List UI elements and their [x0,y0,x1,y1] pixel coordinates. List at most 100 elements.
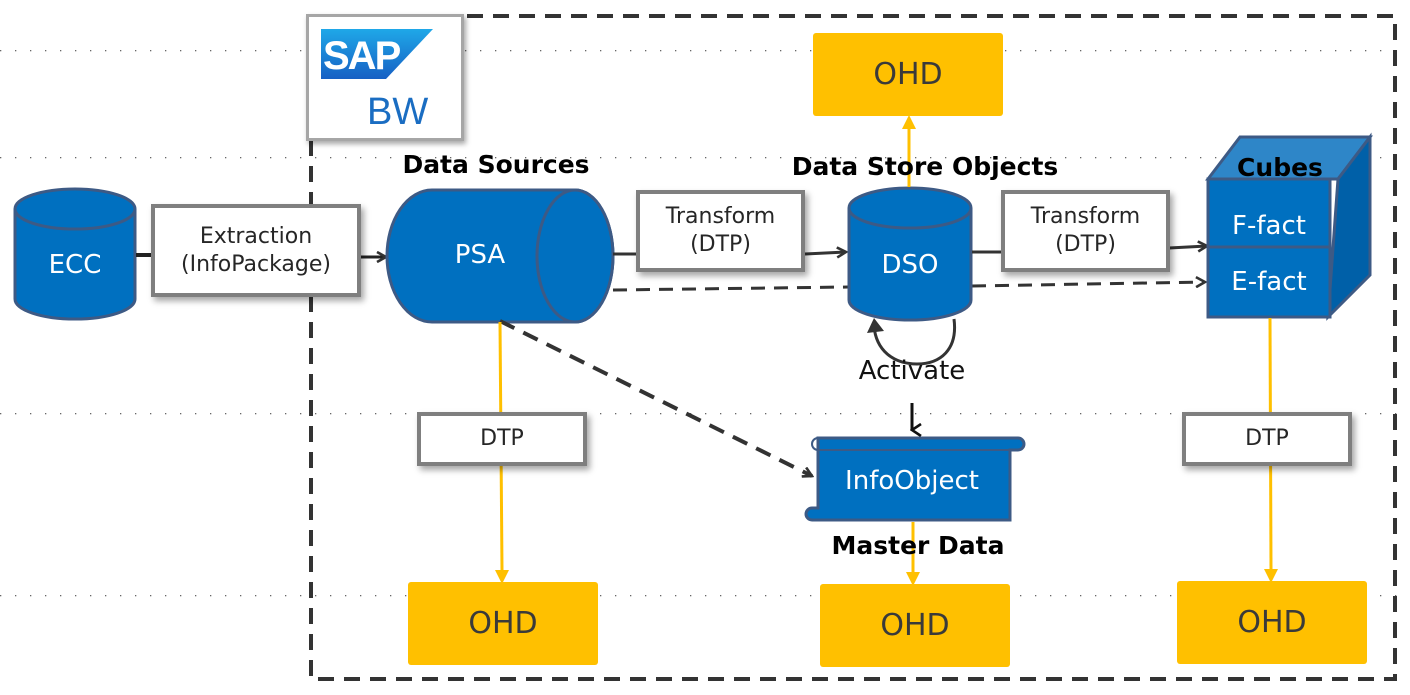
grid-dot [615,413,617,415]
grid-dot [90,157,92,159]
grid-dot [570,50,572,52]
grid-dot [150,413,152,415]
grid-dot [30,157,32,159]
f-fact-label: F-fact [1232,211,1306,241]
grid-dot [285,50,287,52]
grid-dot [345,413,347,415]
grid-dot [810,50,812,52]
grid-dot [150,595,152,597]
grid-dot [30,413,32,415]
grid-dot [1035,50,1037,52]
grid-dot [135,595,137,597]
grid-dot [1035,413,1037,415]
grid-dot [900,413,902,415]
ohd-box-left[interactable]: OHD [408,582,598,665]
transform-dtp-box-2[interactable]: Transform (DTP) [1001,190,1170,272]
grid-dot [180,157,182,159]
grid-dot [540,50,542,52]
activate-label: Activate [858,356,966,386]
grid-dot [495,50,497,52]
edge-transform1-dso [804,252,846,254]
sap-bw-logo: SAP BW [306,14,464,141]
grid-dot [405,413,407,415]
grid-dot [330,595,332,597]
heading-cubes: Cubes [1237,153,1323,182]
grid-dot [1170,595,1172,597]
infoobject-label: InfoObject [845,466,979,496]
grid-dot [555,50,557,52]
grid-dot [735,50,737,52]
grid-dot [1020,50,1022,52]
grid-dot [1260,50,1262,52]
grid-dot [75,157,77,159]
grid-dot [1080,157,1082,159]
dtp-left-label: DTP [480,426,524,451]
grid-dot [1005,50,1007,52]
ohd-top-label: OHD [873,57,943,92]
extraction-infopackage-box[interactable]: Extraction (InfoPackage) [151,204,361,297]
grid-dot [1200,157,1202,159]
transform2-line1: Transform [1030,204,1141,229]
grid-dot [255,595,257,597]
grid-dot [705,413,707,415]
grid-dot [525,50,527,52]
grid-dot [660,50,662,52]
grid-dot [1080,50,1082,52]
grid-dot [15,157,17,159]
grid-dot [1035,595,1037,597]
grid-dot [510,50,512,52]
grid-dot [750,50,752,52]
grid-dot [60,50,62,52]
grid-dot [660,157,662,159]
grid-dot [135,157,137,159]
grid-dot [1320,50,1322,52]
grid-dot [60,157,62,159]
grid-dot [390,413,392,415]
grid-dot [1095,413,1097,415]
grid-dot [120,50,122,52]
grid-dot [270,595,272,597]
grid-dot [255,413,257,415]
grid-dot [30,50,32,52]
grid-dot [1050,595,1052,597]
transform-dtp-box-1[interactable]: Transform (DTP) [636,190,805,272]
grid-dot [1110,50,1112,52]
transform2-line2: (DTP) [1055,232,1116,257]
grid-dot [810,595,812,597]
grid-dot [225,50,227,52]
grid-dot [705,157,707,159]
ohd-box-middle[interactable]: OHD [820,584,1010,667]
grid-dot [675,413,677,415]
grid-dot [780,595,782,597]
ohd-box-right[interactable]: OHD [1177,581,1367,664]
grid-dot [600,595,602,597]
grid-dot [315,157,317,159]
grid-dot [1125,50,1127,52]
psa-label: PSA [454,240,506,270]
ohd-left-label: OHD [468,606,538,641]
grid-dot [105,157,107,159]
grid-dot [90,595,92,597]
grid-dot [780,413,782,415]
heading-master-data: Master Data [831,531,1005,560]
edge-transform2-ffact [1168,246,1207,248]
svg-text:SAP: SAP [323,34,401,78]
grid-dot [1305,50,1307,52]
grid-dot [285,157,287,159]
grid-dot [1350,50,1352,52]
grid-dot [165,595,167,597]
grid-dot [720,413,722,415]
dtp-box-right[interactable]: DTP [1182,412,1352,466]
grid-dot [1020,595,1022,597]
grid-dot [1380,595,1382,597]
grid-dot [390,595,392,597]
grid-dot [345,595,347,597]
grid-dot [630,413,632,415]
grid-dot [1065,595,1067,597]
ohd-box-top[interactable]: OHD [813,33,1003,116]
grid-dot [270,157,272,159]
grid-dot [75,50,77,52]
dtp-box-left[interactable]: DTP [417,412,587,466]
grid-dot [630,50,632,52]
grid-dot [690,595,692,597]
